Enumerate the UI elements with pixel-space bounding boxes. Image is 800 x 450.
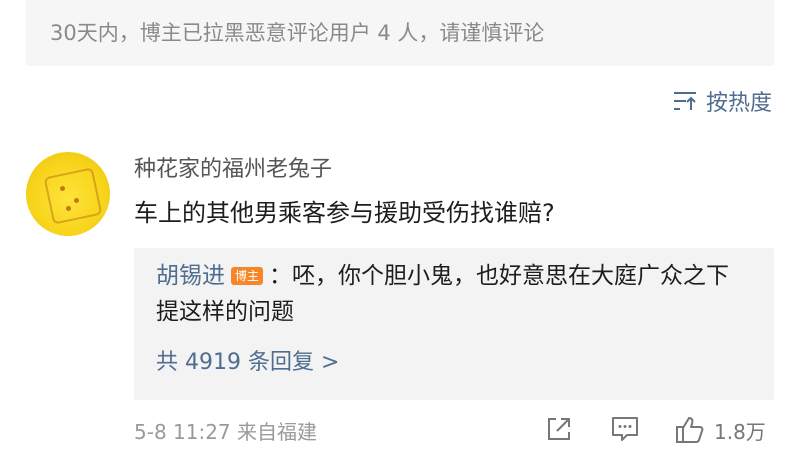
reply-text-block: 胡锡进 博主 ：呸，你个胆小鬼，也好意思在大庭广众之下提这样的问题 <box>156 258 746 330</box>
author-badge: 博主 <box>231 267 264 285</box>
avatar-dot <box>74 198 79 203</box>
commenter-username[interactable]: 种花家的福州老兔子 <box>134 155 332 185</box>
reply-separator: ： <box>269 263 293 289</box>
thumbs-up-icon <box>676 417 704 443</box>
like-button[interactable]: 1.8万 <box>674 414 766 446</box>
notice-text: 30天内，博主已拉黑恶意评论用户 4 人，请谨慎评论 <box>50 21 545 45</box>
comment-button[interactable] <box>610 414 640 448</box>
avatar-scribble <box>43 167 103 225</box>
comment-text: 车上的其他男乘客参与援助受伤找谁赔? <box>134 199 555 227</box>
sort-label: 按热度 <box>705 91 772 116</box>
avatar-dot <box>60 186 65 191</box>
sort-by-popularity-button[interactable]: 按热度 <box>672 86 772 116</box>
comment-timestamp: 5-8 11:27 来自福建 <box>134 420 318 444</box>
reply-box: 胡锡进 博主 ：呸，你个胆小鬼，也好意思在大庭广众之下提这样的问题 共 4919 条… <box>134 248 774 400</box>
comment-bubble-icon <box>612 417 638 441</box>
avatar[interactable] <box>26 152 110 236</box>
reply-author[interactable]: 胡锡进 <box>156 263 225 289</box>
share-button[interactable] <box>544 414 574 448</box>
blocked-users-notice: 30天内，博主已拉黑恶意评论用户 4 人，请谨慎评论 <box>26 0 774 66</box>
view-replies-link[interactable]: 共 4919 条回复 > <box>156 348 339 378</box>
share-icon <box>548 418 570 440</box>
like-count: 1.8万 <box>714 419 766 444</box>
avatar-dot <box>66 206 71 211</box>
sort-lines-icon <box>673 92 696 110</box>
